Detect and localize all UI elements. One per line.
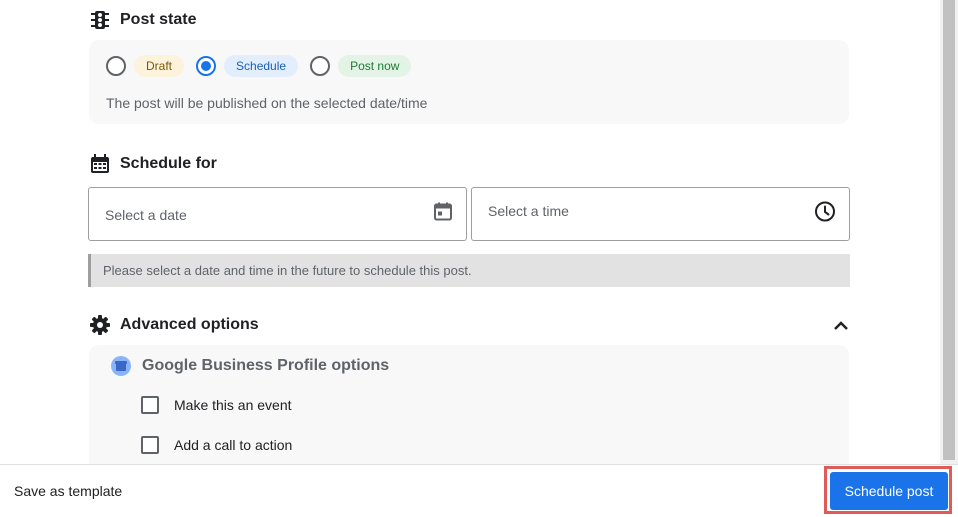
- clock-icon[interactable]: [814, 201, 836, 228]
- advanced-options-heading[interactable]: Advanced options: [90, 315, 259, 335]
- post-now-chip: Post now: [338, 55, 412, 77]
- make-event-option[interactable]: Make this an event: [141, 396, 292, 414]
- chevron-up-icon[interactable]: [832, 318, 850, 337]
- time-field[interactable]: [471, 184, 850, 241]
- post-state-card: [89, 40, 849, 124]
- gbp-options-title: Google Business Profile options: [142, 357, 390, 374]
- advanced-options-title: Advanced options: [120, 316, 259, 333]
- scrollbar[interactable]: [940, 0, 958, 464]
- post-state-help-text: The post will be published on the select…: [106, 95, 428, 111]
- post-now-radio[interactable]: [310, 56, 331, 76]
- schedule-post-button[interactable]: Schedule post: [830, 472, 948, 510]
- draft-radio[interactable]: [106, 56, 126, 76]
- schedule-radio[interactable]: [196, 56, 217, 76]
- gear-icon: [90, 315, 110, 335]
- scrollbar-thumb[interactable]: [943, 0, 955, 460]
- traffic-light-icon: [90, 10, 110, 30]
- date-input[interactable]: [103, 188, 407, 242]
- post-state-heading: Post state: [90, 10, 196, 30]
- radio-option-draft[interactable]: Draft: [106, 55, 185, 77]
- post-state-title: Post state: [120, 11, 197, 28]
- schedule-notice: Please select a date and time in the fut…: [88, 254, 850, 287]
- radio-option-post-now[interactable]: Post now: [310, 55, 412, 77]
- schedule-heading: Schedule for: [90, 154, 217, 174]
- schedule-notice-text: Please select a date and time in the fut…: [103, 263, 472, 278]
- gbp-options-heading: Google Business Profile options: [111, 356, 389, 376]
- call-to-action-label: Add a call to action: [174, 437, 293, 453]
- calendar-icon: [90, 154, 110, 174]
- schedule-chip: Schedule: [224, 55, 299, 77]
- draft-chip: Draft: [134, 55, 185, 77]
- call-to-action-checkbox[interactable]: [141, 436, 159, 454]
- date-field[interactable]: [88, 187, 467, 242]
- date-picker-icon[interactable]: [433, 202, 453, 227]
- time-input[interactable]: [486, 184, 790, 238]
- make-event-label: Make this an event: [174, 397, 292, 413]
- make-event-checkbox[interactable]: [141, 396, 159, 414]
- post-state-radio-group: Draft Schedule Post now: [106, 55, 423, 77]
- footer-bar: Save as template: [0, 464, 958, 517]
- radio-option-schedule[interactable]: Schedule: [196, 55, 299, 77]
- save-as-template-link[interactable]: Save as template: [14, 483, 122, 499]
- call-to-action-option[interactable]: Add a call to action: [141, 436, 292, 454]
- schedule-title: Schedule for: [120, 155, 217, 172]
- google-business-profile-icon: [111, 356, 131, 376]
